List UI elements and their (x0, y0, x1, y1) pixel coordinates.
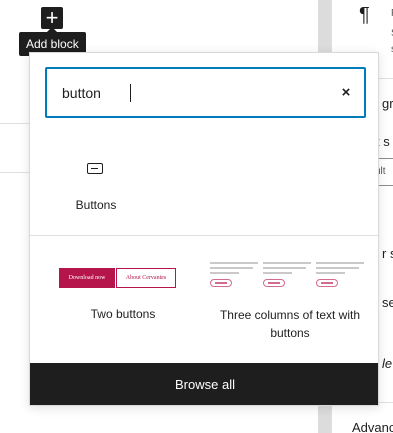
pattern-three-columns[interactable]: Three columns of text with buttons (210, 306, 370, 342)
search-box: × (45, 67, 366, 118)
block-item-buttons[interactable]: Buttons (56, 151, 136, 221)
add-block-button[interactable]: + (41, 7, 63, 29)
canvas-divider (0, 172, 29, 173)
advanced-panel-toggle[interactable]: Advanc (352, 420, 393, 433)
pattern-preview-button: Download now (59, 268, 115, 288)
buttons-icon (87, 163, 103, 174)
pattern-preview-button (210, 279, 232, 287)
pattern-preview-column (316, 262, 364, 287)
search-input[interactable] (62, 82, 322, 104)
panel-heading-fragment: r s (382, 246, 393, 261)
setting-label-fragment: le (382, 356, 393, 371)
block-item-label: Buttons (75, 198, 117, 212)
pattern-title: Two buttons (90, 307, 156, 321)
pattern-preview-column (210, 262, 258, 287)
panel-heading-fragment: se (382, 295, 393, 310)
paragraph-block-icon: ¶ (359, 4, 370, 26)
close-icon: × (341, 84, 351, 101)
text-caret (130, 84, 131, 102)
clear-search-button[interactable]: × (335, 82, 357, 104)
editor-canvas: ¶ P S s gr t s ult r s se le Advanc + Ad… (0, 0, 393, 433)
block-inserter-popover: × Buttons Download now About Cervantes T… (29, 52, 379, 406)
pattern-title: Three columns of text with buttons (219, 308, 361, 340)
section-divider (30, 235, 378, 236)
browse-all-button[interactable]: Browse all (30, 363, 378, 405)
pattern-preview-column (263, 262, 311, 287)
panel-heading-fragment: gr (382, 96, 393, 111)
pattern-preview-button (316, 279, 338, 287)
pattern-preview-button (263, 279, 285, 287)
canvas-divider (0, 123, 29, 124)
pattern-two-buttons[interactable]: Two buttons (48, 305, 198, 323)
pattern-preview-button: About Cervantes (116, 268, 176, 288)
